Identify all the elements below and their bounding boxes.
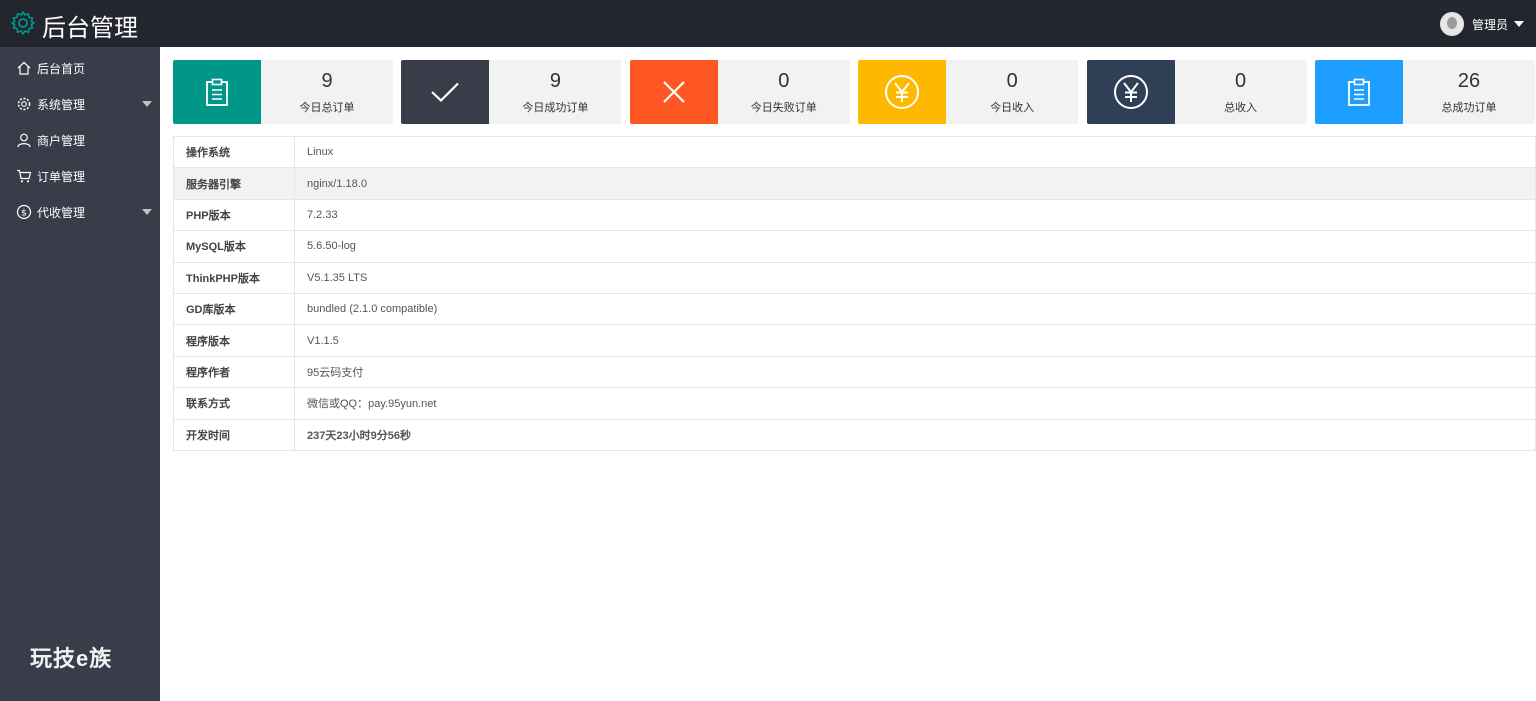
stat-value: 9 bbox=[321, 70, 333, 92]
info-key: 程序版本 bbox=[173, 324, 295, 357]
info-key: ThinkPHP版本 bbox=[173, 261, 295, 294]
table-row: 程序版本 V1.1.5 bbox=[173, 324, 1536, 357]
info-key: PHP版本 bbox=[173, 198, 295, 232]
info-key: 程序作者 bbox=[173, 355, 295, 389]
stat-body: 9 今日成功订单 bbox=[489, 60, 622, 124]
stat-value: 0 bbox=[778, 70, 790, 92]
stat-card-today-success: 9 今日成功订单 bbox=[401, 60, 622, 124]
info-key: GD库版本 bbox=[173, 292, 295, 326]
stat-value: 0 bbox=[1235, 70, 1247, 92]
table-row: GD库版本 bundled (2.1.0 compatible) bbox=[173, 292, 1536, 326]
stat-icon-box bbox=[173, 60, 261, 124]
info-value: nginx/1.18.0 bbox=[294, 167, 1536, 200]
gear-icon bbox=[16, 96, 32, 112]
stat-card-today-orders: 9 今日总订单 bbox=[173, 60, 393, 124]
yen-icon bbox=[1113, 75, 1148, 109]
stat-card-today-income: 0 今日收入 bbox=[858, 60, 1079, 124]
stat-body: 0 今日失败订单 bbox=[717, 60, 850, 124]
stat-body: 0 总收入 bbox=[1174, 60, 1307, 124]
table-row: 开发时间 237天23小时9分56秒 bbox=[173, 418, 1536, 451]
uptime-value: 237天23小时9分56秒 bbox=[294, 418, 1536, 451]
stat-icon-box bbox=[1314, 60, 1403, 124]
sidebar-item-home[interactable]: 后台首页 bbox=[0, 50, 160, 86]
info-value: 微信或QQ：pay.95yun.net bbox=[294, 387, 1536, 420]
info-value: V1.1.5 bbox=[294, 324, 1536, 357]
table-row: MySQL版本 5.6.50-log bbox=[173, 230, 1536, 263]
sidebar-item-label: 订单管理 bbox=[37, 169, 86, 184]
cart-icon bbox=[16, 168, 32, 184]
yen-icon bbox=[885, 75, 920, 109]
app-title: 后台管理 bbox=[42, 14, 138, 42]
info-key: 服务器引擎 bbox=[173, 167, 295, 200]
chevron-down-icon bbox=[142, 101, 152, 107]
clipboard-icon bbox=[206, 78, 228, 106]
info-value: V5.1.35 LTS bbox=[294, 261, 1536, 294]
table-row: 操作系统 Linux bbox=[173, 135, 1536, 169]
gear-logo-icon bbox=[10, 10, 36, 41]
stat-label: 今日成功订单 bbox=[522, 102, 589, 114]
sidebar-item-collection[interactable]: $ 代收管理 bbox=[0, 194, 160, 230]
stat-label: 总收入 bbox=[1224, 102, 1258, 114]
user-name: 管理员 bbox=[1471, 17, 1508, 32]
info-value: 95云码支付 bbox=[294, 355, 1536, 389]
top-header: 后台管理 管理员 bbox=[0, 0, 1536, 47]
sidebar-item-orders[interactable]: 订单管理 bbox=[0, 158, 160, 194]
stat-value: 26 bbox=[1457, 70, 1481, 92]
stat-body: 26 总成功订单 bbox=[1402, 60, 1535, 124]
sidebar-item-merchants[interactable]: 商户管理 bbox=[0, 122, 160, 158]
svg-text:$: $ bbox=[21, 208, 27, 218]
stat-icon-box bbox=[1086, 60, 1175, 124]
sidebar-item-label: 后台首页 bbox=[37, 61, 86, 76]
stat-value: 9 bbox=[549, 70, 561, 92]
stat-body: 0 今日收入 bbox=[946, 60, 1079, 124]
table-row: PHP版本 7.2.33 bbox=[173, 198, 1536, 232]
sidebar-item-label: 代收管理 bbox=[37, 205, 86, 220]
stat-label: 今日总订单 bbox=[299, 102, 355, 114]
sidebar-item-label: 商户管理 bbox=[37, 133, 86, 148]
info-value: bundled (2.1.0 compatible) bbox=[294, 292, 1536, 326]
stat-label: 今日失败订单 bbox=[750, 102, 817, 114]
close-icon bbox=[663, 81, 685, 103]
info-key: MySQL版本 bbox=[173, 230, 295, 263]
table-row: 程序作者 95云码支付 bbox=[173, 355, 1536, 389]
stat-card-total-success: 26 总成功订单 bbox=[1314, 60, 1535, 124]
caret-down-icon bbox=[1514, 21, 1524, 27]
stat-icon-box bbox=[858, 60, 947, 124]
table-row: 联系方式 微信或QQ：pay.95yun.net bbox=[173, 387, 1536, 420]
home-icon bbox=[16, 60, 32, 76]
info-value: Linux bbox=[294, 135, 1536, 169]
brand-watermark: 玩技e族 bbox=[30, 646, 113, 671]
stat-label: 总成功订单 bbox=[1441, 102, 1497, 114]
table-row: 服务器引擎 nginx/1.18.0 bbox=[173, 167, 1536, 200]
info-key: 开发时间 bbox=[173, 418, 295, 451]
check-icon bbox=[431, 82, 460, 103]
sidebar-item-label: 系统管理 bbox=[37, 97, 86, 112]
user-menu[interactable]: 管理员 bbox=[1439, 12, 1524, 36]
info-value: 5.6.50-log bbox=[294, 230, 1536, 263]
stat-body: 9 今日总订单 bbox=[261, 60, 393, 124]
sidebar: 后台首页 系统管理 商户管理 订单管理 $ 代收管理 玩技e族 bbox=[0, 47, 160, 701]
system-info-table: 操作系统 Linux 服务器引擎 nginx/1.18.0 PHP版本 7.2.… bbox=[173, 135, 1536, 451]
info-key: 操作系统 bbox=[173, 135, 295, 169]
chevron-down-icon bbox=[142, 209, 152, 215]
stat-label: 今日收入 bbox=[990, 102, 1035, 114]
info-value: 7.2.33 bbox=[294, 198, 1536, 232]
avatar bbox=[1439, 12, 1464, 36]
dollar-icon: $ bbox=[16, 204, 32, 220]
table-row: ThinkPHP版本 V5.1.35 LTS bbox=[173, 261, 1536, 294]
logo[interactable]: 后台管理 bbox=[10, 8, 138, 43]
clipboard-icon bbox=[1348, 78, 1370, 106]
stat-icon-box bbox=[401, 60, 490, 124]
stat-card-total-income: 0 总收入 bbox=[1086, 60, 1307, 124]
stat-card-today-failed: 0 今日失败订单 bbox=[629, 60, 850, 124]
stat-value: 0 bbox=[1006, 70, 1018, 92]
stat-icon-box bbox=[629, 60, 718, 124]
user-icon bbox=[16, 132, 32, 148]
stats-cards: 9 今日总订单 9 今日成功订单 0 今日失败订单 0 今日收入 0 总收入 2… bbox=[173, 60, 1535, 124]
sidebar-item-system[interactable]: 系统管理 bbox=[0, 86, 160, 122]
info-key: 联系方式 bbox=[173, 387, 295, 420]
